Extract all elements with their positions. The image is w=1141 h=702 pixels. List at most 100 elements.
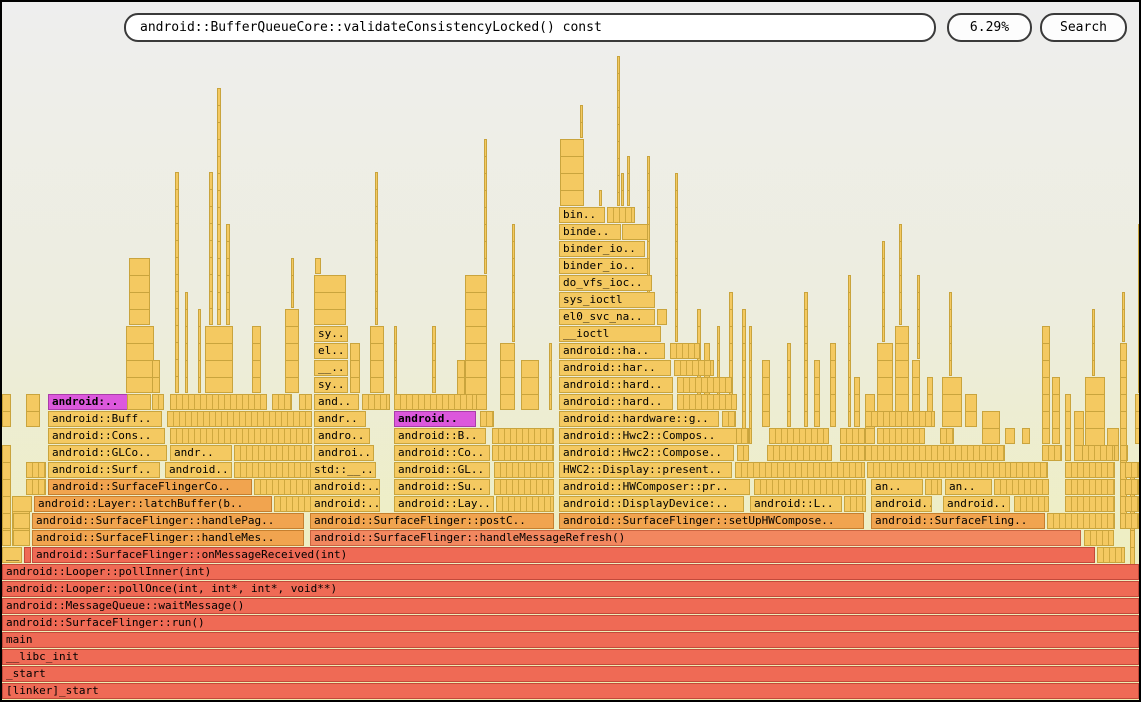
match-percent-button[interactable]: 6.29% bbox=[947, 13, 1032, 42]
frame-block[interactable]: android::MessageQueue::waitMessage() bbox=[2, 598, 1139, 614]
frame-stack[interactable] bbox=[1065, 394, 1071, 461]
frame-stack[interactable] bbox=[675, 173, 678, 342]
frame-stack[interactable] bbox=[742, 309, 746, 444]
frame-cluster[interactable] bbox=[735, 428, 749, 444]
frame-stack[interactable] bbox=[762, 360, 770, 427]
frame-cluster[interactable] bbox=[1097, 547, 1125, 563]
frame-stack[interactable] bbox=[560, 139, 584, 206]
frame-cluster[interactable] bbox=[274, 496, 312, 512]
frame-stack[interactable] bbox=[500, 343, 515, 410]
frame-block[interactable]: android::hard.. bbox=[559, 394, 673, 410]
frame-block[interactable] bbox=[657, 309, 667, 325]
frame-block[interactable]: __ioctl bbox=[559, 326, 661, 342]
frame-stack[interactable] bbox=[787, 343, 791, 427]
frame-cluster[interactable] bbox=[1125, 513, 1139, 529]
frame-cluster[interactable] bbox=[994, 479, 1049, 495]
frame-cluster[interactable] bbox=[167, 411, 312, 427]
frame-stack[interactable] bbox=[580, 105, 583, 138]
frame-cluster[interactable] bbox=[1010, 462, 1048, 478]
frame-block[interactable]: [linker]_start bbox=[2, 683, 1139, 699]
frame-stack[interactable] bbox=[198, 309, 201, 393]
frame-block[interactable]: android.. bbox=[871, 496, 932, 512]
frame-stack[interactable] bbox=[314, 275, 346, 325]
frame-cluster[interactable] bbox=[840, 445, 865, 461]
frame-stack[interactable] bbox=[152, 360, 160, 393]
frame-block[interactable]: binde.. bbox=[559, 224, 621, 240]
frame-block[interactable]: android:.. bbox=[310, 496, 380, 512]
frame-cluster[interactable] bbox=[865, 411, 935, 427]
frame-block[interactable]: android::SurfaceFlinger::onMessageReceiv… bbox=[32, 547, 1095, 563]
frame-stack[interactable] bbox=[315, 258, 321, 274]
frame-block[interactable]: andr.. bbox=[170, 445, 232, 461]
frame-block[interactable]: android::SurfaceFlinger::handleMes.. bbox=[32, 530, 304, 546]
frame-cluster[interactable] bbox=[1082, 445, 1115, 461]
frame-block[interactable]: androi.. bbox=[314, 445, 374, 461]
frame-stack[interactable] bbox=[1122, 292, 1125, 342]
frame-block[interactable]: android::Lay.. bbox=[394, 496, 494, 512]
frame-cluster[interactable] bbox=[1120, 445, 1128, 461]
frame-cluster[interactable] bbox=[26, 479, 46, 495]
frame-block[interactable]: android::Hwc2::Compose.. bbox=[559, 445, 734, 461]
frame-stack[interactable] bbox=[1005, 428, 1015, 444]
frame-stack[interactable] bbox=[285, 309, 299, 393]
frame-stack[interactable] bbox=[621, 173, 624, 206]
frame-block[interactable] bbox=[13, 530, 30, 546]
frame-block[interactable]: binder_io.. bbox=[559, 258, 648, 274]
frame-block[interactable]: android::Layer::latchBuffer(b.. bbox=[34, 496, 272, 512]
frame-cluster[interactable] bbox=[1125, 462, 1139, 478]
frame-stack[interactable] bbox=[804, 292, 808, 427]
frame-stack[interactable] bbox=[484, 139, 487, 274]
frame-cluster[interactable] bbox=[607, 207, 635, 223]
frame-block[interactable]: android::B.. bbox=[394, 428, 486, 444]
frame-cluster[interactable] bbox=[170, 394, 267, 410]
frame-block[interactable]: android::Looper::pollOnce(int, int*, int… bbox=[2, 581, 1139, 597]
frame-stack[interactable] bbox=[942, 377, 962, 427]
frame-cluster[interactable] bbox=[152, 394, 164, 410]
frame-block[interactable]: HWC2::Display::present.. bbox=[559, 462, 732, 478]
frame-stack[interactable] bbox=[1092, 309, 1095, 376]
frame-cluster[interactable] bbox=[254, 479, 312, 495]
frame-stack[interactable] bbox=[899, 224, 902, 325]
frame-stack[interactable] bbox=[982, 411, 1000, 444]
frame-block[interactable]: android::HWComposer::pr.. bbox=[559, 479, 750, 495]
frame-stack[interactable] bbox=[1022, 428, 1030, 444]
frame-block[interactable]: android::Su.. bbox=[394, 479, 490, 495]
frame-block[interactable]: main bbox=[2, 632, 1139, 648]
frame-block[interactable] bbox=[2, 530, 11, 546]
frame-stack[interactable] bbox=[205, 326, 233, 393]
frame-block[interactable]: andr.. bbox=[314, 411, 366, 427]
frame-block[interactable]: android.. bbox=[943, 496, 1010, 512]
frame-block[interactable]: sy.. bbox=[314, 326, 348, 342]
frame-block[interactable]: android::SurfaceFlinger::handleMessageRe… bbox=[310, 530, 1081, 546]
frame-cluster[interactable] bbox=[170, 428, 312, 444]
frame-cluster[interactable] bbox=[272, 394, 292, 410]
frame-stack[interactable] bbox=[1052, 377, 1060, 444]
frame-block[interactable]: android::hardware::g.. bbox=[559, 411, 719, 427]
frame-block[interactable]: android::hard.. bbox=[559, 377, 673, 393]
frame-block[interactable]: binder_io.. bbox=[559, 241, 645, 257]
frame-block[interactable]: android::L.. bbox=[750, 496, 842, 512]
search-input[interactable] bbox=[124, 13, 936, 42]
frame-cluster[interactable] bbox=[722, 411, 736, 427]
frame-block[interactable]: andro.. bbox=[314, 428, 370, 444]
frame-block[interactable]: el.. bbox=[314, 343, 348, 359]
frame-cluster[interactable] bbox=[494, 479, 554, 495]
frame-cluster[interactable] bbox=[1065, 479, 1115, 495]
frame-block[interactable]: android::SurfaceFlinger::postC.. bbox=[310, 513, 554, 529]
frame-cluster[interactable] bbox=[1047, 513, 1115, 529]
frame-stack[interactable] bbox=[185, 292, 188, 393]
frame-cluster[interactable] bbox=[1125, 496, 1139, 512]
frame-block[interactable]: android:.. bbox=[310, 479, 380, 495]
frame-stack[interactable] bbox=[521, 360, 539, 410]
frame-cluster[interactable] bbox=[940, 428, 954, 444]
frame-stack[interactable] bbox=[175, 172, 179, 393]
frame-cluster[interactable] bbox=[767, 445, 832, 461]
frame-block[interactable] bbox=[622, 224, 648, 240]
frame-block[interactable]: sys_ioctl bbox=[559, 292, 655, 308]
frame-cluster[interactable] bbox=[677, 394, 737, 410]
frame-stack[interactable] bbox=[617, 56, 620, 206]
frame-cluster[interactable] bbox=[494, 462, 554, 478]
frame-cluster[interactable] bbox=[1065, 462, 1115, 478]
frame-block[interactable]: __ bbox=[2, 547, 22, 563]
frame-block[interactable]: . bbox=[24, 547, 31, 563]
